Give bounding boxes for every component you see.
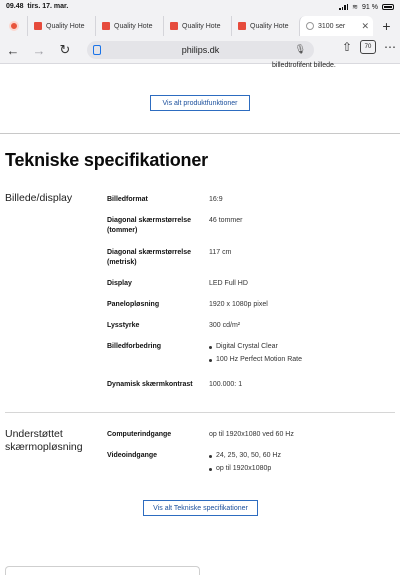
spec-label: Billedforbedring: [107, 343, 162, 350]
spec-value-list: Digital Crystal Clear 100 Hz Perfect Mot…: [209, 342, 399, 368]
spec-label: Panelopløsning: [107, 301, 160, 308]
section-title-display: Billede/display: [5, 192, 73, 204]
tab-label: Quality Hote: [46, 22, 85, 30]
address-bar[interactable]: philips.dk 🎙: [87, 41, 314, 59]
favicon-icon: [170, 22, 178, 30]
battery-icon: [382, 4, 394, 10]
microphone-icon[interactable]: 🎙: [295, 44, 306, 55]
tab-label: Quality Hote: [114, 22, 153, 30]
tab-count-button[interactable]: 70: [360, 40, 376, 54]
spec-value: LED Full HD: [209, 280, 248, 287]
spec-label: Display: [107, 280, 132, 287]
tab-active-philips[interactable]: 3100 ser ✕: [299, 16, 373, 36]
image-caption: billedtrofifent billede.: [272, 62, 336, 69]
plus-icon: +: [382, 18, 391, 34]
add-tab-button[interactable]: +: [373, 18, 400, 34]
spec-label: Videoindgange: [107, 452, 158, 459]
more-icon[interactable]: ⋯: [384, 40, 396, 54]
arrow-left-icon: ←: [6, 42, 20, 58]
battery-level: 91 %: [362, 3, 378, 11]
spec-value: 117 cm: [209, 249, 232, 256]
wifi-icon: ≋: [352, 4, 359, 11]
spec-label: Lysstyrke: [107, 322, 140, 329]
tab-quality-hotel-2[interactable]: Quality Hote: [95, 16, 163, 36]
tab-group-icon: [8, 21, 19, 31]
spec-value-list: 24, 25, 30, 50, 60 Hz op til 1920x1080p: [209, 451, 399, 477]
spec-value: 16:9: [209, 196, 223, 203]
spec-value: 1920 x 1080p pixel: [209, 301, 268, 308]
favicon-icon: [306, 22, 314, 30]
spec-value: 300 cd/m²: [209, 322, 241, 329]
spec-label: Diagonal skærmstørrelse (tommer): [107, 217, 192, 234]
tab-quality-hotel-3[interactable]: Quality Hote: [163, 16, 231, 36]
tab-label: Quality Hote: [182, 22, 221, 30]
spec-value: op til 1920x1080 ved 60 Hz: [209, 431, 294, 438]
section-divider: [0, 133, 400, 134]
status-right: ≋ 91 %: [339, 3, 394, 11]
favicon-icon: [238, 22, 246, 30]
show-all-features-button[interactable]: Vis alt produktfunktioner: [150, 95, 250, 111]
spec-label: Dynamisk skærmkontrast: [107, 381, 193, 388]
section-title-resolution: Understøttet skærmopløsning: [5, 428, 83, 453]
favicon-icon: [102, 22, 110, 30]
list-item: op til 1920x1080p: [209, 464, 399, 474]
tab-quality-hotel-1[interactable]: Quality Hote: [27, 16, 95, 36]
tab-label: 3100 ser: [318, 22, 346, 30]
spec-label: Diagonal skærmstørrelse (metrisk): [107, 249, 192, 266]
spec-label: Computerindgange: [107, 431, 172, 438]
page-icon: [93, 45, 101, 55]
show-all-specs-button[interactable]: Vis alt Tekniske specifikationer: [143, 500, 258, 516]
reload-button[interactable]: ↻: [52, 42, 78, 58]
list-item: 24, 25, 30, 50, 60 Hz: [209, 451, 399, 461]
tab-label: Quality Hote: [250, 22, 289, 30]
status-bar: 09.48 tirs. 17. mar. ≋ 91 %: [0, 0, 400, 14]
address-row: ← → ↻ philips.dk 🎙 ⇧ 70 ⋯: [0, 38, 400, 62]
list-item: Digital Crystal Clear: [209, 342, 399, 352]
forward-button[interactable]: →: [26, 43, 52, 58]
reload-icon: ↻: [59, 42, 71, 57]
tab-bar: Quality Hote Quality Hote Quality Hote Q…: [0, 16, 400, 36]
signal-icon: [339, 4, 349, 10]
spec-value: 46 tommer: [209, 217, 243, 224]
tab-group-button[interactable]: [0, 16, 27, 36]
toolbar-right: ⇧ 70 ⋯: [342, 40, 396, 54]
address-host: philips.dk: [181, 45, 220, 55]
tab-quality-hotel-4[interactable]: Quality Hote: [231, 16, 299, 36]
close-tab-icon[interactable]: ✕: [361, 21, 369, 32]
section-divider: [5, 412, 395, 413]
spec-label: Billedformat: [107, 196, 148, 203]
next-section-card: [5, 566, 200, 575]
browser-chrome: 09.48 tirs. 17. mar. ≋ 91 % Quality Hote…: [0, 0, 400, 64]
back-button[interactable]: ←: [0, 43, 26, 58]
spec-value: 100.000: 1: [209, 381, 243, 388]
favicon-icon: [34, 22, 42, 30]
page-title: Tekniske specifikationer: [5, 150, 208, 170]
share-icon[interactable]: ⇧: [342, 40, 352, 54]
status-time: 09.48 tirs. 17. mar.: [6, 3, 69, 10]
arrow-right-icon: →: [32, 42, 46, 58]
list-item: 100 Hz Perfect Motion Rate: [209, 355, 399, 365]
